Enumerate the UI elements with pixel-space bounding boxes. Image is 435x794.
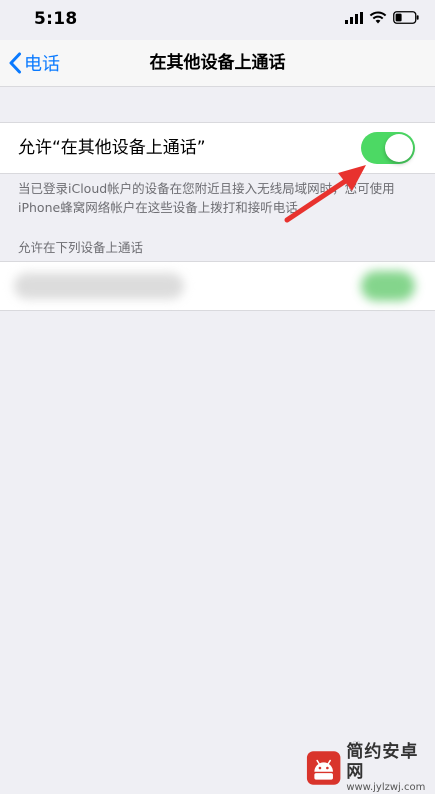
android-logo-icon bbox=[306, 751, 341, 785]
device-toggle[interactable] bbox=[361, 271, 415, 301]
allow-other-devices-label: 允许“在其他设备上通话” bbox=[18, 138, 206, 158]
watermark-name: 简约安卓网 bbox=[346, 742, 419, 782]
status-time: 5:18 bbox=[34, 9, 78, 29]
signal-icon bbox=[345, 11, 363, 24]
device-list-header: 允许在下列设备上通话 bbox=[18, 240, 144, 255]
back-button[interactable]: 电话 bbox=[8, 40, 60, 86]
toggle-knob bbox=[385, 134, 413, 162]
watermark: 简约安卓网 www.jylzwj.com bbox=[306, 742, 430, 793]
page-title: 在其他设备上通话 bbox=[149, 53, 286, 73]
nav-bar: 电话 在其他设备上通话 bbox=[0, 40, 435, 87]
status-icons bbox=[345, 11, 419, 24]
battery-icon bbox=[393, 11, 419, 24]
red-arrow-annotation bbox=[284, 165, 366, 223]
status-bar: 5:18 bbox=[0, 0, 435, 40]
chevron-left-icon bbox=[9, 52, 21, 74]
watermark-text: 简约安卓网 www.jylzwj.com bbox=[346, 742, 430, 794]
device-row bbox=[0, 261, 435, 311]
blurred-device-name bbox=[14, 273, 184, 299]
wifi-icon bbox=[369, 11, 387, 24]
watermark-url: www.jylzwj.com bbox=[346, 782, 426, 793]
back-label: 电话 bbox=[24, 54, 60, 75]
